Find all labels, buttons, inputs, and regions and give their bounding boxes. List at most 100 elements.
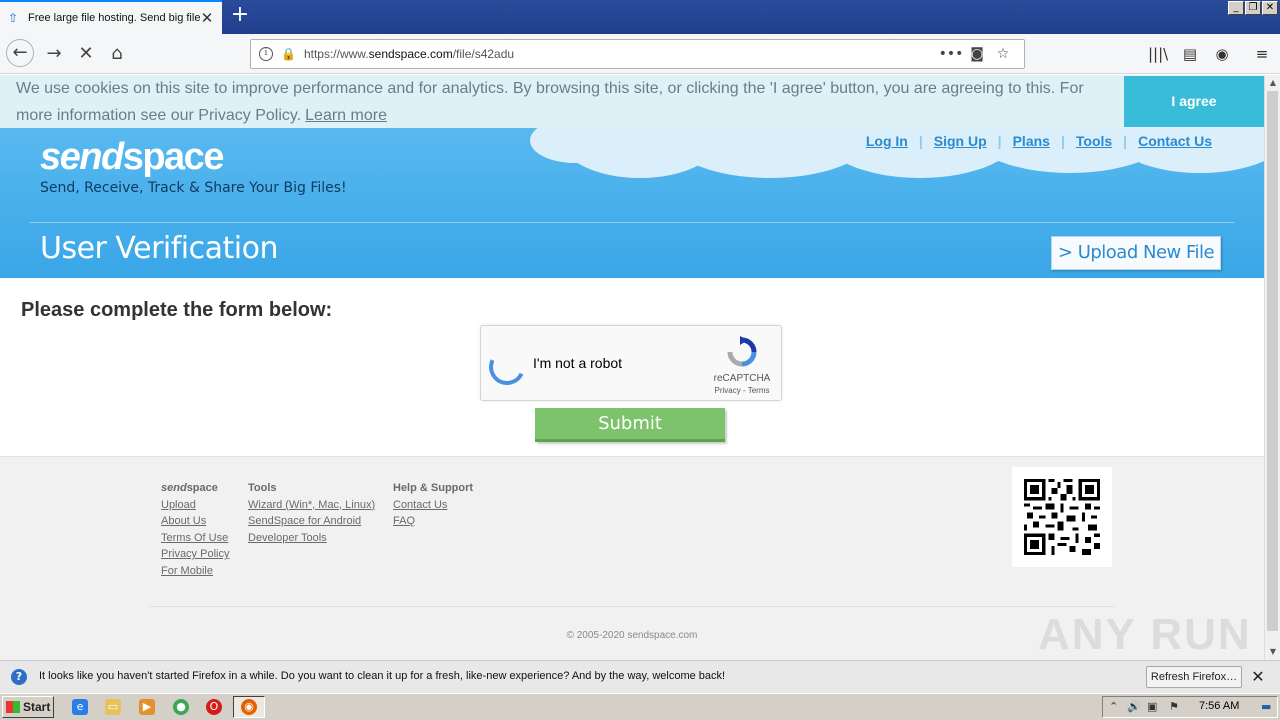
windows-logo-icon <box>6 701 20 713</box>
recaptcha-checkbox-spinner[interactable] <box>483 343 531 391</box>
footer-mobile-link[interactable]: For Mobile <box>161 563 229 580</box>
footer-faq-link[interactable]: FAQ <box>393 513 473 530</box>
browser-tab[interactable]: ⇧ Free large file hosting. Send big file… <box>0 0 222 34</box>
footer-heading-send: send <box>161 482 187 494</box>
site-header: sendspace Send, Receive, Track & Share Y… <box>0 128 1264 278</box>
footer-col-help: Help & Support Contact Us FAQ <box>393 480 473 530</box>
sidebar-icon[interactable]: ▤ <box>1180 44 1200 64</box>
site-info-icon[interactable]: i <box>259 47 273 61</box>
scroll-down-icon[interactable]: ▼ <box>1265 644 1280 660</box>
footer-col-tools: Tools Wizard (Win*, Mac, Linux) SendSpac… <box>248 480 375 546</box>
url-path: /file/s42adu <box>452 47 515 61</box>
minimize-icon[interactable]: _ <box>1228 1 1244 15</box>
url-prefix: https://www. <box>303 47 369 61</box>
submit-button[interactable]: Submit <box>535 408 725 442</box>
footer-heading-space: space <box>186 482 218 494</box>
url-text[interactable]: https://www.sendspace.com/file/s42adu <box>304 47 938 61</box>
footer-col-heading: sendspace <box>161 480 229 497</box>
footer-col-heading: Help & Support <box>393 482 474 494</box>
firefox-icon: ◉ <box>241 699 257 715</box>
tagline: Send, Receive, Track & Share Your Big Fi… <box>40 180 347 196</box>
media-player-icon[interactable]: ▶ <box>139 699 155 715</box>
contact-us-link[interactable]: Contact Us <box>1138 133 1212 149</box>
footer-contact-link[interactable]: Contact Us <box>393 497 473 514</box>
page-title: User Verification <box>40 231 278 266</box>
footer-upload-link[interactable]: Upload <box>161 497 229 514</box>
forward-button[interactable]: → <box>40 41 68 67</box>
close-tab-icon[interactable]: ✕ <box>200 9 214 27</box>
network-icon[interactable]: ▣ <box>1147 700 1157 713</box>
toolbar-right: |||\ ▤ ◉ ≡ <box>1148 44 1272 64</box>
divider: | <box>997 133 1002 149</box>
footer-privacy-link[interactable]: Privacy Policy <box>161 546 229 563</box>
tray-expand-icon[interactable]: ⌃ <box>1109 700 1118 713</box>
footer-terms-link[interactable]: Terms Of Use <box>161 530 229 547</box>
logo-send: send <box>40 136 124 178</box>
notification-text: It looks like you haven't started Firefo… <box>39 670 726 682</box>
footer-col-heading: Tools <box>248 482 277 494</box>
recaptcha-logo-icon <box>727 336 757 367</box>
web-page: We use cookies on this site to improve p… <box>0 75 1264 660</box>
back-button[interactable]: ← <box>6 39 34 67</box>
signup-link[interactable]: Sign Up <box>934 133 987 149</box>
tab-strip: ⇧ Free large file hosting. Send big file… <box>0 0 1280 34</box>
refresh-firefox-button[interactable]: Refresh Firefox… <box>1146 666 1242 688</box>
recaptcha-label: I'm not a robot <box>533 355 623 371</box>
footer-developer-link[interactable]: Developer Tools <box>248 530 375 547</box>
tab-title: Free large file hosting. Send big files <box>28 12 200 24</box>
firefox-taskbar-button[interactable]: ◉ <box>233 696 265 718</box>
sendspace-logo[interactable]: sendspace <box>40 136 225 179</box>
divider: | <box>1123 133 1128 149</box>
plans-link[interactable]: Plans <box>1013 133 1050 149</box>
tools-link[interactable]: Tools <box>1076 133 1112 149</box>
bookmark-star-icon[interactable]: ☆ <box>990 46 1016 62</box>
i-agree-button[interactable]: I agree <box>1124 76 1264 127</box>
menu-hamburger-icon[interactable]: ≡ <box>1252 44 1272 64</box>
scroll-thumb[interactable] <box>1267 91 1278 631</box>
footer-col-sendspace: sendspace Upload About Us Terms Of Use P… <box>161 480 229 579</box>
qr-code <box>1012 467 1112 567</box>
footer-android-link[interactable]: SendSpace for Android <box>248 513 375 530</box>
show-desktop-icon[interactable]: ▬ <box>1261 700 1271 713</box>
scroll-up-icon[interactable]: ▲ <box>1265 75 1280 91</box>
navigation-toolbar: ← → ✕ ⌂ i 🔒 https://www.sendspace.com/fi… <box>0 34 1280 74</box>
new-tab-button[interactable]: + <box>228 4 252 28</box>
cookie-banner: We use cookies on this site to improve p… <box>0 75 1264 128</box>
logo-space: space <box>122 136 225 178</box>
restore-icon[interactable]: ❐ <box>1245 1 1261 15</box>
footer-divider <box>150 606 1114 607</box>
upload-new-file-button[interactable]: > Upload New File <box>1051 236 1221 270</box>
divider: | <box>918 133 923 149</box>
learn-more-link[interactable]: Learn more <box>305 107 387 124</box>
taskbar: Start e ▭ ▶ ● O ◉ ⌃ 🔊 ▣ ⚑ 7:56 AM ▬ <box>0 693 1280 720</box>
stop-loading-button[interactable]: ✕ <box>72 41 100 67</box>
lock-icon[interactable]: 🔒 <box>281 47 296 61</box>
page-actions-icon[interactable]: ••• <box>938 46 964 62</box>
recaptcha-privacy-terms-link[interactable]: Privacy - Terms <box>707 386 777 395</box>
home-button[interactable]: ⌂ <box>103 41 131 67</box>
internet-explorer-icon[interactable]: e <box>72 699 88 715</box>
volume-icon[interactable]: 🔊 <box>1127 700 1141 713</box>
opera-icon[interactable]: O <box>206 699 222 715</box>
library-icon[interactable]: |||\ <box>1148 44 1168 64</box>
close-notification-icon[interactable]: ✕ <box>1250 667 1266 686</box>
top-nav: Log In | Sign Up | Plans | Tools | Conta… <box>866 133 1212 149</box>
folder-icon[interactable]: ▭ <box>105 699 121 715</box>
footer-wizard-link[interactable]: Wizard (Win*, Mac, Linux) <box>248 497 375 514</box>
action-center-flag-icon[interactable]: ⚑ <box>1169 700 1179 713</box>
recaptcha-widget: I'm not a robot reCAPTCHA Privacy - Term… <box>480 325 782 401</box>
clock[interactable]: 7:56 AM <box>1199 700 1239 712</box>
recaptcha-brand: reCAPTCHA <box>713 373 771 384</box>
pocket-icon[interactable]: ◙ <box>964 46 990 62</box>
url-domain: sendspace.com <box>368 47 453 61</box>
page-scrollbar[interactable]: ▲ ▼ <box>1264 75 1280 660</box>
close-window-icon[interactable]: ✕ <box>1262 1 1278 15</box>
form-heading: Please complete the form below: <box>21 299 333 321</box>
footer-about-link[interactable]: About Us <box>161 513 229 530</box>
start-button[interactable]: Start <box>2 696 54 718</box>
address-bar[interactable]: i 🔒 https://www.sendspace.com/file/s42ad… <box>250 39 1025 69</box>
account-icon[interactable]: ◉ <box>1212 44 1232 64</box>
chrome-icon[interactable]: ● <box>173 699 189 715</box>
login-link[interactable]: Log In <box>866 133 908 149</box>
anyrun-watermark: ANY RUN <box>1038 610 1252 659</box>
